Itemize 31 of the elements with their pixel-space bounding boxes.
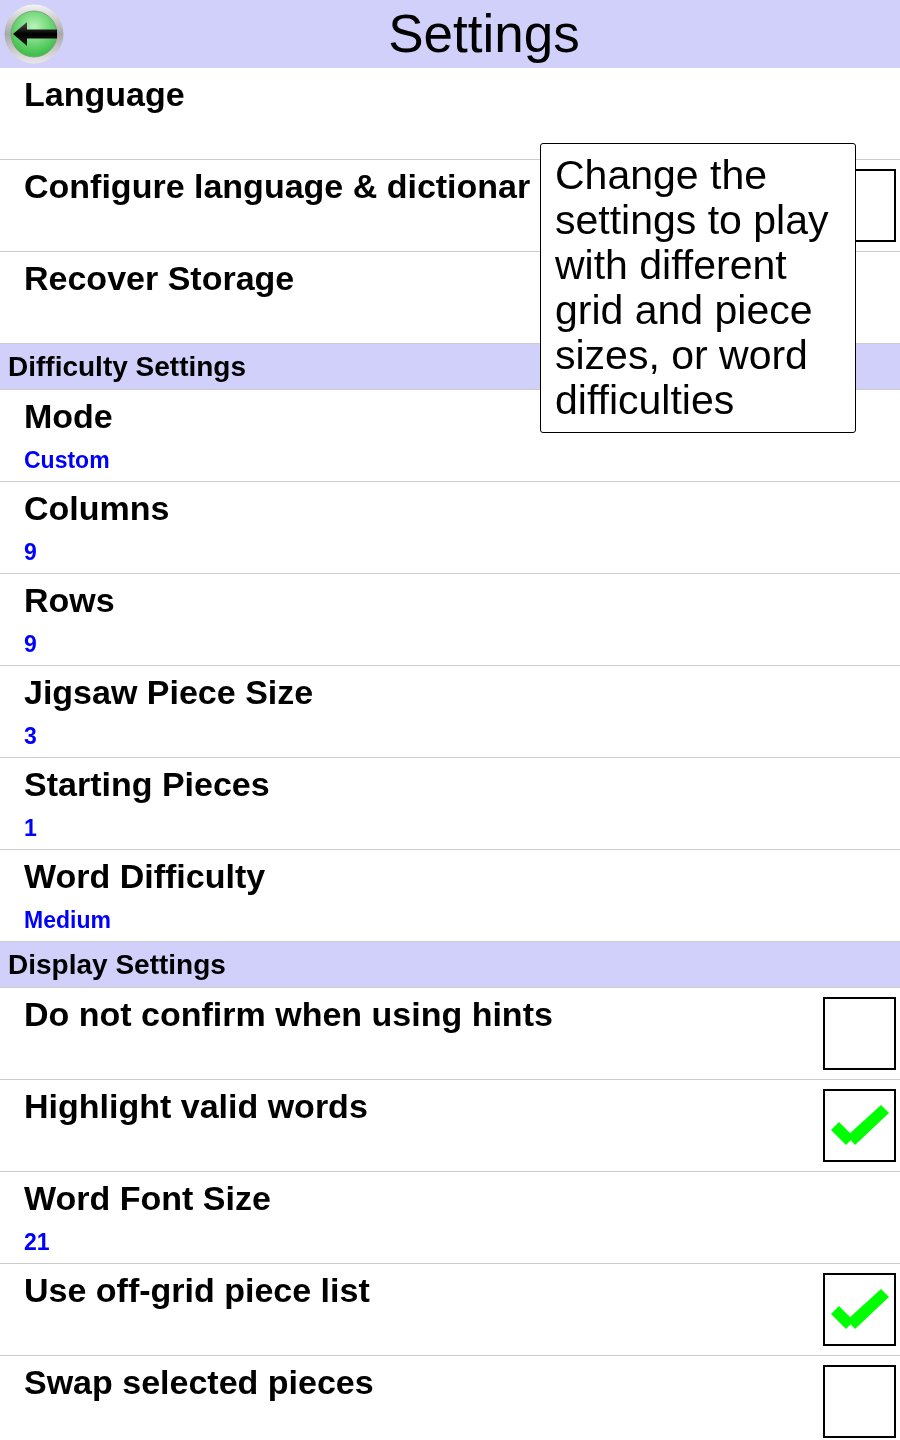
setting-value: 9 xyxy=(24,630,37,658)
setting-value: 1 xyxy=(24,814,37,842)
checkbox[interactable] xyxy=(823,997,896,1070)
setting-value: 3 xyxy=(24,722,37,750)
setting-value: 21 xyxy=(24,1228,50,1256)
back-button[interactable] xyxy=(4,4,64,64)
setting-title[interactable]: Jigsaw Piece Size xyxy=(24,672,314,712)
setting-title[interactable]: Swap selected pieces xyxy=(24,1362,374,1402)
setting-title[interactable]: Language xyxy=(24,74,185,114)
setting-value: Medium xyxy=(24,906,111,934)
checkmark-icon xyxy=(831,1287,889,1331)
setting-title[interactable]: Mode xyxy=(24,396,113,436)
setting-title[interactable]: Use off-grid piece list xyxy=(24,1270,370,1310)
setting-title[interactable]: Rows xyxy=(24,580,115,620)
setting-title[interactable]: Highlight valid words xyxy=(24,1086,368,1126)
tooltip: Change the settings to play with different grid and piece sizes, or word difficulties xyxy=(540,143,856,433)
setting-value: 9 xyxy=(24,538,37,566)
setting-value: Custom xyxy=(24,446,110,474)
checkmark-icon xyxy=(831,1103,889,1147)
setting-title[interactable]: Starting Pieces xyxy=(24,764,270,804)
checkbox[interactable] xyxy=(823,1273,896,1346)
setting-title[interactable]: Do not confirm when using hints xyxy=(24,994,553,1034)
setting-title[interactable]: Word Difficulty xyxy=(24,856,266,896)
section-header: Display Settings xyxy=(0,942,900,988)
setting-title[interactable]: Columns xyxy=(24,488,170,528)
checkbox[interactable] xyxy=(823,1089,896,1162)
page-title: Settings xyxy=(388,4,580,64)
setting-title[interactable]: Word Font Size xyxy=(24,1178,271,1218)
setting-title[interactable]: Configure language & dictionar xyxy=(24,166,531,206)
checkbox[interactable] xyxy=(823,1365,896,1438)
setting-title[interactable]: Recover Storage xyxy=(24,258,295,298)
